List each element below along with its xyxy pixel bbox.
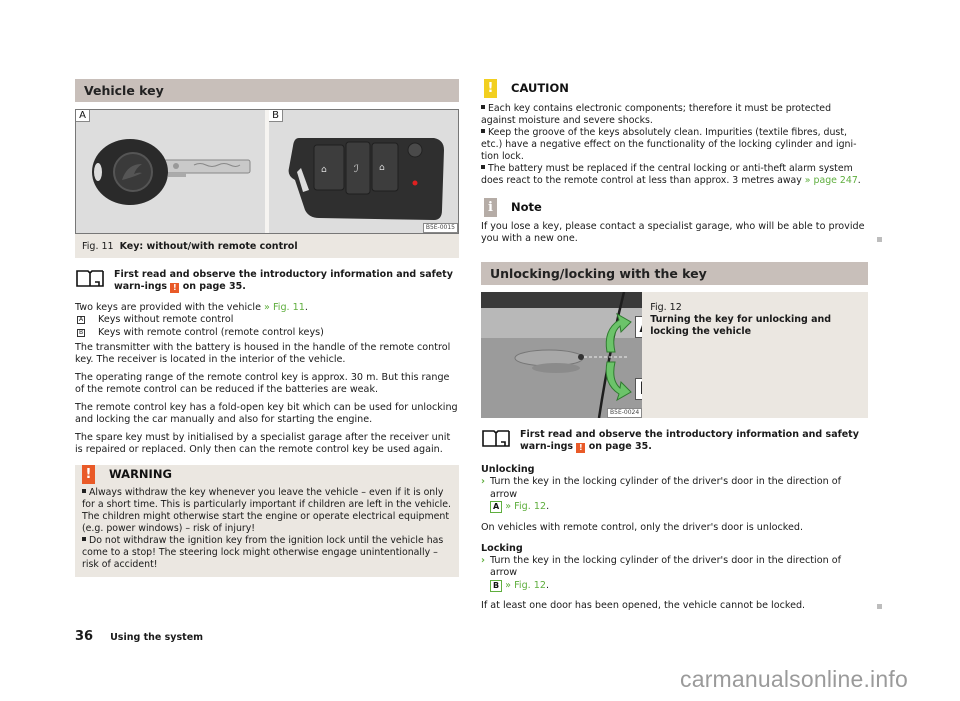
paragraph: The remote control key has a fold-open k… [75,402,458,425]
intro-paragraph: Two keys are provided with the vehicle »… [75,302,308,313]
chapter-title: Using the system [110,632,204,643]
image-code: B5E-0024 [607,408,643,418]
warning-exclamation-icon: ! [82,465,95,484]
warning-item: Do not withdraw the ignition key from th… [82,535,444,570]
section-end-mark [877,237,882,242]
tag-a: A [77,316,85,324]
paragraph: The transmitter with the battery is hous… [75,342,451,365]
info-icon: i [484,198,497,217]
page-reference[interactable]: on page 35. [589,441,652,452]
arrow-b-label: B [635,378,643,400]
key-type-item: B Keys with remote control (remote contr… [77,326,324,338]
caution-box: ! CAUTION Each key contains electronic c… [481,79,868,187]
figure-number: Fig. 11 [82,241,114,252]
locking-step: › Turn the key in the locking cylinder o… [481,554,841,592]
fig-11-link[interactable]: » Fig. 11 [264,302,305,313]
figure-number: Fig. 12 [650,302,682,313]
caution-item: The battery must be replaced if the cent… [481,163,861,186]
key-type-item: A Keys without remote control [77,314,234,325]
step-arrow-icon: › [481,554,485,566]
panel-b-key-with-remote: B ⌂ ℐ ⌂ B5E-0015 [265,110,458,233]
left-column: Vehicle key A B ⌂ ℐ ⌂ B5E-0015 Fig. 11 K… [75,79,459,577]
figure-11-caption: Fig. 11 Key: without/with remote control [75,234,459,258]
image-code: B5E-0015 [422,223,458,233]
warning-icon: ! [170,283,180,293]
caution-exclamation-icon: ! [484,79,497,98]
figure-11-image: A B ⌂ ℐ ⌂ B5E-0015 [75,109,459,234]
page-reference[interactable]: on page 35. [183,281,246,292]
figure-caption-text: Turning the key for unlocking and lockin… [650,314,832,337]
caution-item: Each key contains electronic components;… [481,103,832,126]
note-text: If you lose a key, please contact a spec… [481,221,865,244]
paragraph: The spare key must by initialised by a s… [75,432,451,455]
section-end-mark [877,604,882,609]
remote-key-illustration: ⌂ ℐ ⌂ [288,138,444,220]
note-title: Note [511,200,542,214]
door-lock-illustration [481,292,643,418]
figure-12-caption: Fig. 12 Turning the key for unlocking an… [642,292,868,418]
caution-item: Keep the groove of the keys absolutely c… [481,127,857,162]
svg-text:⌂: ⌂ [321,165,327,175]
read-first-notice: First read and observe the introductory … [75,269,459,293]
page-number: 36 [75,629,94,644]
page-footer: 36 Using the system [75,630,203,644]
fig-12-link[interactable]: » Fig. 12 [505,501,546,512]
caution-title: CAUTION [511,81,569,95]
book-icon [482,430,510,447]
book-icon [76,270,104,287]
mechanical-key-illustration [92,139,251,205]
unlocking-note: On vehicles with remote control, only th… [481,521,804,533]
fig-12-link[interactable]: » Fig. 12 [505,580,546,591]
warning-item: Always withdraw the key whenever you lea… [82,487,452,534]
section-title-vehicle-key: Vehicle key [75,79,459,102]
tag-b: B [77,328,85,337]
watermark: carmanualsonline.info [680,666,908,692]
locking-heading: Locking [481,542,523,554]
figure-11: A B ⌂ ℐ ⌂ B5E-0015 Fig. 11 Key: without/… [75,109,459,258]
warning-title: WARNING [109,467,172,481]
arrow-a-label: A [635,316,643,338]
figure-12: A B B5E-0024 Fig. 12 Turning the key for… [481,292,868,418]
read-first-text: First read and observe the introductory … [520,429,859,452]
tag-a: A [490,501,503,513]
tag-b: B [490,579,503,592]
note-box: i Note If you lose a key, please contact… [481,198,882,245]
figure-caption-text: Key: without/with remote control [119,241,298,252]
svg-text:⌂: ⌂ [379,163,385,173]
warning-icon: ! [576,443,586,453]
page-247-link[interactable]: » page 247 [805,175,858,186]
panel-b-label: B [269,110,283,122]
figure-12-image: A B B5E-0024 [481,292,643,418]
warning-box: ! WARNING Always withdraw the key whenev… [75,465,459,577]
paragraph: The operating range of the remote contro… [75,372,450,395]
step-arrow-icon: › [481,476,485,487]
svg-text:ℐ: ℐ [354,164,359,175]
read-first-notice: First read and observe the introductory … [481,429,868,453]
panel-a-key-without-remote: A [76,110,265,233]
locking-note: If at least one door has been opened, th… [481,600,806,611]
right-column: ! CAUTION Each key contains electronic c… [481,79,882,612]
panel-a-label: A [76,110,90,122]
section-title-unlocking: Unlocking/locking with the key [481,262,868,285]
unlocking-step: › Turn the key in the locking cylinder o… [481,476,841,513]
unlocking-heading: Unlocking [481,464,535,475]
read-first-text: First read and observe the introductory … [114,269,453,292]
